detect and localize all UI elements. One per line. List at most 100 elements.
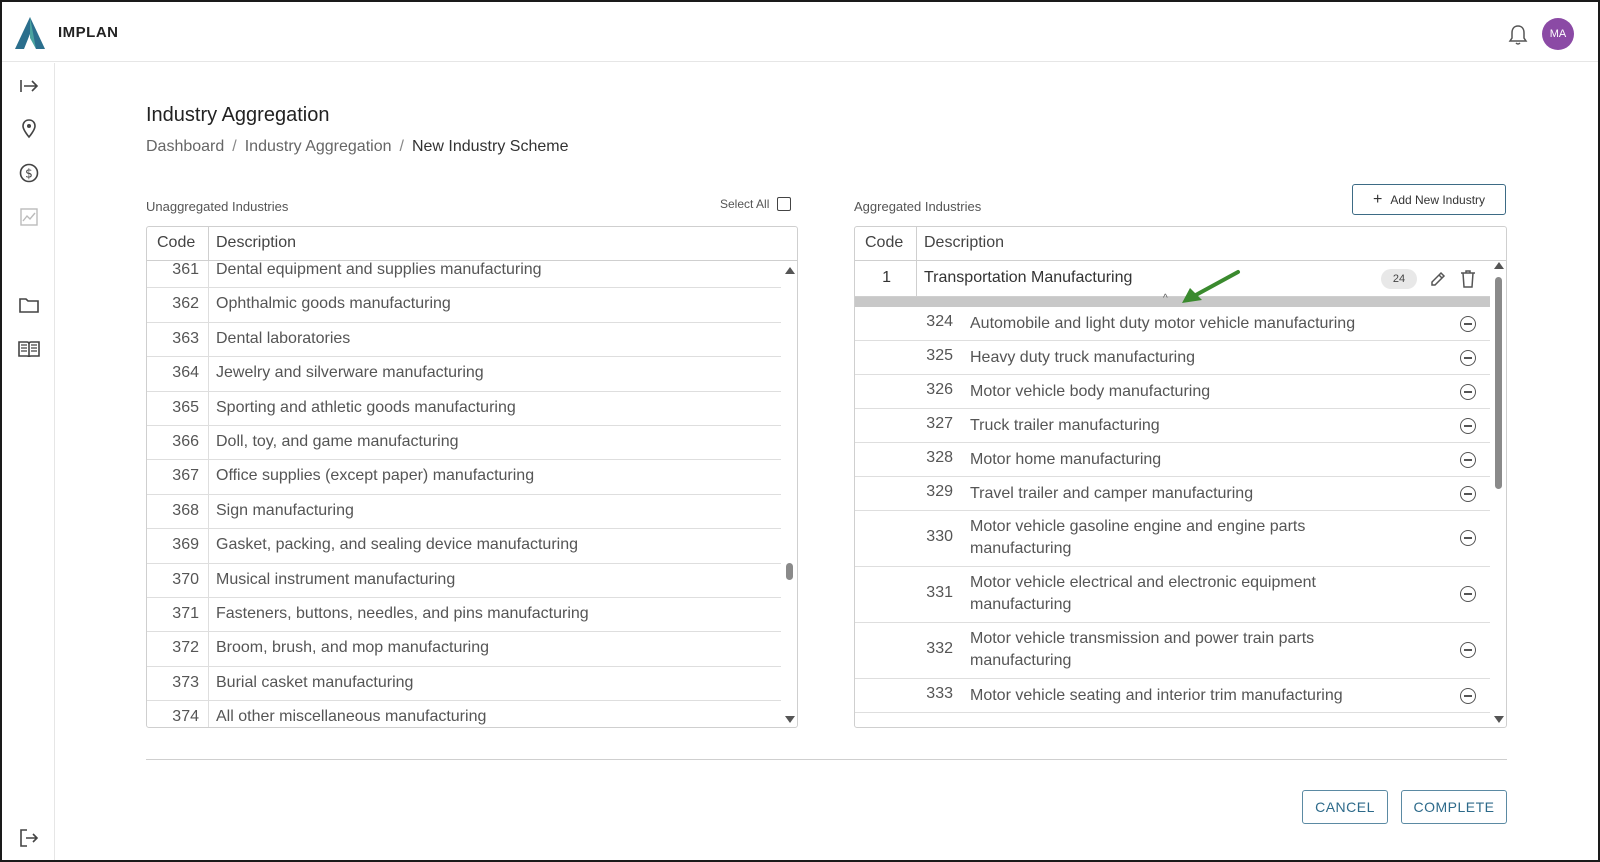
row-code: 332: [926, 640, 953, 657]
remove-minus-icon[interactable]: [1460, 586, 1476, 602]
scroll-up-arrow-icon[interactable]: [1494, 262, 1504, 269]
table-row[interactable]: 361 Dental equipment and supplies manufac…: [147, 261, 781, 289]
notification-bell-icon[interactable]: [1508, 24, 1528, 46]
table-row[interactable]: 331 Motor vehicle electrical and electron…: [855, 567, 1490, 623]
remove-minus-icon[interactable]: [1460, 688, 1476, 704]
dollar-icon[interactable]: $: [18, 162, 40, 184]
row-description: Dental laboratories: [216, 329, 351, 347]
row-description: Motor vehicle body manufacturing: [970, 383, 1211, 400]
select-all-checkbox[interactable]: [777, 197, 792, 211]
chart-icon: [18, 206, 40, 228]
row-description: Motor vehicle gasoline engine and engine…: [970, 518, 1306, 557]
table-row[interactable]: 332 Motor vehicle transmission and power …: [855, 623, 1490, 679]
table-row[interactable]: 374 All other miscellaneous manufacturing: [147, 701, 781, 727]
remove-minus-icon[interactable]: [1460, 486, 1476, 502]
table-row[interactable]: 369 Gasket, packing, and sealing device m…: [147, 529, 781, 564]
expand-arrow-icon[interactable]: [18, 75, 40, 97]
table-row[interactable]: 333 Motor vehicle seating and interior tr…: [855, 679, 1490, 713]
sidebar: $: [2, 63, 55, 860]
col-code-header[interactable]: Code: [865, 234, 903, 252]
row-code: 328: [926, 449, 953, 466]
edit-pencil-icon[interactable]: [1427, 268, 1449, 290]
table-row[interactable]: 364 Jewelry and silverware manufacturing: [147, 357, 781, 392]
breadcrumb-industry-aggregation[interactable]: Industry Aggregation: [245, 138, 392, 156]
table-row[interactable]: 368 Sign manufacturing: [147, 494, 781, 530]
folder-icon[interactable]: [18, 294, 40, 316]
right-scrollbar[interactable]: [1490, 261, 1506, 727]
left-scrollbar[interactable]: [781, 261, 797, 727]
row-description: Motor vehicle seating and interior trim …: [970, 687, 1343, 704]
table-row[interactable]: 328 Motor home manufacturing: [855, 443, 1490, 477]
col-code-header[interactable]: Code: [157, 234, 195, 252]
cancel-button[interactable]: CANCEL: [1302, 790, 1388, 824]
scroll-down-arrow-icon[interactable]: [1494, 716, 1504, 723]
remove-minus-icon[interactable]: [1460, 384, 1476, 400]
row-code: 369: [172, 536, 199, 554]
implan-logo-icon[interactable]: [14, 16, 46, 50]
location-pin-icon[interactable]: [18, 118, 40, 140]
aggregate-group-row[interactable]: 1 Transportation Manufacturing 24: [855, 261, 1490, 297]
row-code: 325: [926, 347, 953, 364]
table-row[interactable]: 363 Dental laboratories: [147, 322, 781, 358]
breadcrumb: Dashboard / Industry Aggregation / New I…: [146, 138, 568, 156]
table-row[interactable]: 324 Automobile and light duty motor vehic…: [855, 307, 1490, 341]
table-row[interactable]: 325 Heavy duty truck manufacturing: [855, 341, 1490, 375]
logout-icon[interactable]: [18, 827, 40, 849]
row-description: Broom, brush, and mop manufacturing: [216, 639, 490, 657]
svg-text:$: $: [25, 167, 33, 181]
row-code: 365: [172, 398, 199, 416]
book-icon[interactable]: [18, 338, 40, 360]
table-row[interactable]: 372 Broom, brush, and mop manufacturing: [147, 632, 781, 667]
row-description: Sign manufacturing: [216, 501, 354, 519]
row-description: Automobile and light duty motor vehicle …: [970, 315, 1356, 332]
scroll-thumb[interactable]: [786, 563, 793, 580]
page-title: Industry Aggregation: [146, 104, 330, 126]
remove-minus-icon[interactable]: [1460, 642, 1476, 658]
collapse-bar[interactable]: ^: [855, 293, 1490, 307]
scroll-thumb[interactable]: [1495, 277, 1502, 489]
table-row[interactable]: 329 Travel trailer and camper manufacturi…: [855, 477, 1490, 511]
complete-button[interactable]: COMPLETE: [1401, 790, 1507, 824]
row-description: Jewelry and silverware manufacturing: [216, 364, 484, 382]
top-bar: IMPLAN MA: [2, 2, 1598, 62]
breadcrumb-dashboard[interactable]: Dashboard: [146, 138, 224, 156]
scroll-up-arrow-icon[interactable]: [785, 267, 795, 274]
table-row[interactable]: 326 Motor vehicle body manufacturing: [855, 375, 1490, 409]
row-description: Motor home manufacturing: [970, 451, 1162, 468]
scroll-down-arrow-icon[interactable]: [785, 716, 795, 723]
table-row[interactable]: 367 Office supplies (except paper) manufa…: [147, 460, 781, 495]
breadcrumb-separator: /: [232, 138, 237, 155]
table-row[interactable]: 370 Musical instrument manufacturing: [147, 563, 781, 598]
user-avatar[interactable]: MA: [1542, 18, 1574, 50]
row-code: 361: [172, 261, 199, 278]
col-description-header[interactable]: Description: [924, 234, 1004, 252]
table-row[interactable]: 366 Doll, toy, and game manufacturing: [147, 425, 781, 461]
brand-name: IMPLAN: [58, 24, 119, 41]
row-description: Motor vehicle transmission and power tra…: [970, 630, 1315, 669]
remove-minus-icon[interactable]: [1460, 418, 1476, 434]
breadcrumb-current: New Industry Scheme: [411, 138, 569, 155]
row-code: 372: [172, 639, 199, 657]
table-row[interactable]: 362 Ophthalmic goods manufacturing: [147, 288, 781, 323]
select-all-label: Select All: [720, 197, 770, 211]
table-row[interactable]: 373 Burial casket manufacturing: [147, 666, 781, 702]
col-description-header[interactable]: Description: [216, 234, 296, 252]
chevron-up-icon[interactable]: ^: [1163, 293, 1168, 304]
add-new-industry-button[interactable]: + Add New Industry: [1352, 184, 1506, 215]
remove-minus-icon[interactable]: [1460, 350, 1476, 366]
row-description: Dental equipment and supplies manufactur…: [216, 261, 542, 278]
remove-minus-icon[interactable]: [1460, 452, 1476, 468]
table-row[interactable]: 371 Fasteners, buttons, needles, and pins…: [147, 597, 781, 633]
remove-minus-icon[interactable]: [1460, 530, 1476, 546]
table-row[interactable]: 330 Motor vehicle gasoline engine and eng…: [855, 511, 1490, 567]
row-description: Heavy duty truck manufacturing: [970, 349, 1195, 366]
table-row[interactable]: 327 Truck trailer manufacturing: [855, 409, 1490, 443]
remove-minus-icon[interactable]: [1460, 316, 1476, 332]
plus-icon: +: [1372, 190, 1383, 208]
table-row[interactable]: 365 Sporting and athletic goods manufactu…: [147, 391, 781, 426]
row-description: Sporting and athletic goods manufacturin…: [216, 398, 516, 416]
select-all[interactable]: Select All: [720, 197, 792, 211]
row-code: 331: [926, 584, 953, 601]
row-description: Doll, toy, and game manufacturing: [216, 432, 459, 450]
delete-trash-icon[interactable]: [1457, 268, 1479, 290]
